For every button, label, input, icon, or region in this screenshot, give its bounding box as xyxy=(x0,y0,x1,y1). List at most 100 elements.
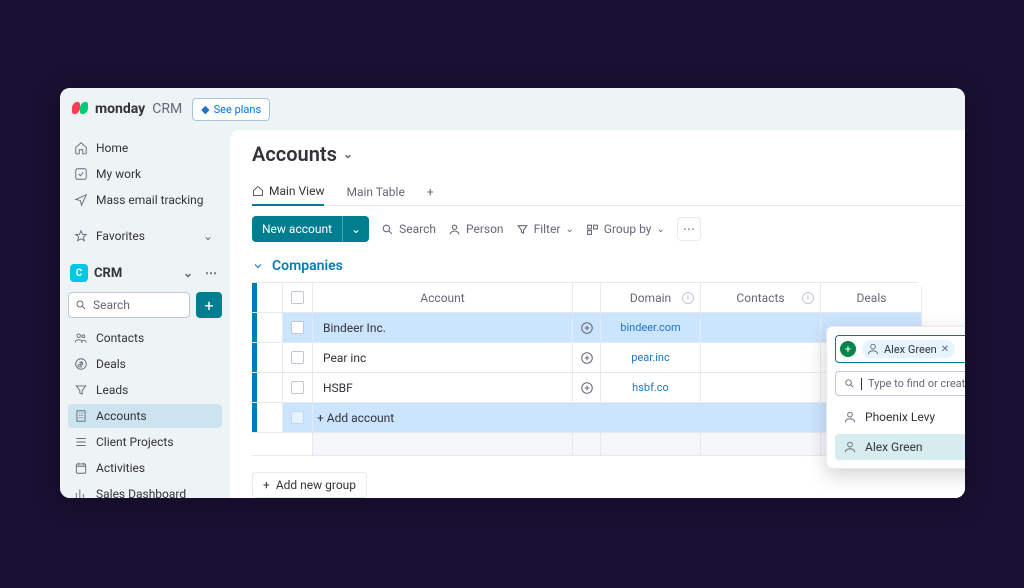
search-icon xyxy=(844,378,855,389)
person-icon xyxy=(866,342,880,356)
cell-account-name[interactable]: Pear inc xyxy=(312,343,572,372)
topbar: monday CRM ◆ See plans xyxy=(60,88,965,130)
contacts-popover: + Alex Green ✕ Type to find or create Co… xyxy=(826,326,965,469)
new-account-label: New account xyxy=(252,216,342,242)
sidebar-search-input[interactable]: Search xyxy=(68,292,190,318)
new-account-button[interactable]: New account ⌄ xyxy=(252,216,369,242)
contact-chip[interactable]: Alex Green ✕ xyxy=(862,340,955,358)
chip-remove-icon[interactable]: ✕ xyxy=(941,344,949,355)
row-checkbox[interactable] xyxy=(282,313,312,342)
sidebar-search-row: Search + xyxy=(68,292,222,318)
column-label: Deals xyxy=(857,291,887,305)
expand-icon xyxy=(580,321,594,335)
group-icon xyxy=(586,223,599,236)
column-deals[interactable]: Deals xyxy=(820,283,922,312)
tab-main-table[interactable]: Main Table xyxy=(346,179,404,205)
cell-domain[interactable]: bindeer.com xyxy=(600,313,700,342)
sidebar-nav-mail[interactable]: Mass email tracking xyxy=(68,188,222,212)
sidebar-item-activities[interactable]: Activities xyxy=(68,456,222,480)
info-icon[interactable]: i xyxy=(802,292,814,304)
workspace-name: CRM xyxy=(94,266,122,281)
sidebar-item-client-projects[interactable]: Client Projects xyxy=(68,430,222,454)
expand-row-button[interactable] xyxy=(572,343,600,372)
person-icon xyxy=(843,410,857,424)
row-checkbox[interactable] xyxy=(282,373,312,402)
contacts-search-input[interactable]: Type to find or create Contacts xyxy=(835,371,965,396)
contact-option-label: Alex Green xyxy=(865,440,923,454)
selected-contacts-field[interactable]: + Alex Green ✕ xyxy=(835,335,965,363)
search-icon xyxy=(75,299,87,311)
chevron-down-icon[interactable]: ⌄ xyxy=(180,266,196,280)
funnel-icon xyxy=(74,383,88,397)
chevron-down-icon[interactable]: ⌄ xyxy=(342,216,369,242)
toolbar-person[interactable]: Person xyxy=(448,222,504,236)
toolbar-more-button[interactable]: ⋯ xyxy=(677,217,701,241)
diamond-icon: ◆ xyxy=(201,103,209,116)
more-dots-icon[interactable]: ⋯ xyxy=(202,266,220,280)
chevron-down-icon xyxy=(252,260,264,272)
add-account-input[interactable]: + Add account xyxy=(317,411,394,425)
cell-contacts[interactable] xyxy=(700,313,820,342)
see-plans-label: See plans xyxy=(214,103,262,116)
cell-text: hsbf.co xyxy=(632,381,669,394)
tab-main-view[interactable]: Main View xyxy=(252,178,324,206)
sidebar-nav-home[interactable]: Home xyxy=(68,136,222,160)
list-icon xyxy=(74,435,88,449)
cell-contacts[interactable] xyxy=(700,343,820,372)
table-footer xyxy=(252,433,921,455)
workspace-header[interactable]: C CRM ⌄ ⋯ xyxy=(68,260,222,286)
chevron-down-icon: ⌄ xyxy=(656,224,664,235)
building-icon xyxy=(74,409,88,423)
cell-domain[interactable]: pear.inc xyxy=(600,343,700,372)
cell-account-name[interactable]: Bindeer Inc. xyxy=(312,313,572,342)
cell-contacts[interactable] xyxy=(700,373,820,402)
people-icon xyxy=(74,331,88,345)
expand-row-button[interactable] xyxy=(572,313,600,342)
header-checkbox[interactable] xyxy=(282,283,312,312)
row-checkbox[interactable] xyxy=(282,343,312,372)
tab-label: Main Table xyxy=(346,185,404,199)
toolbar-group-by[interactable]: Group by ⌄ xyxy=(586,222,665,236)
main-content: Accounts ⌄ Main View Main Table + New ac… xyxy=(230,130,965,498)
cell-text: Bindeer Inc. xyxy=(323,321,386,335)
table-row[interactable]: HSBF hsbf.co xyxy=(252,373,921,403)
sidebar-favorites[interactable]: Favorites ⌄ xyxy=(68,224,222,248)
column-expand xyxy=(572,283,600,312)
home-icon xyxy=(74,141,88,155)
add-group-label: Add new group xyxy=(276,478,356,492)
page-title[interactable]: Accounts ⌄ xyxy=(252,142,965,166)
chevron-down-icon: ⌄ xyxy=(565,224,573,235)
sidebar-item-deals[interactable]: Deals xyxy=(68,352,222,376)
column-domain[interactable]: Domaini xyxy=(600,283,700,312)
toolbar-search[interactable]: Search xyxy=(381,222,436,236)
column-contacts[interactable]: Contactsi xyxy=(700,283,820,312)
sidebar-item-contacts[interactable]: Contacts xyxy=(68,326,222,350)
filter-icon xyxy=(516,223,529,236)
chip-label: Alex Green xyxy=(884,343,937,356)
sidebar-item-sales-dashboard[interactable]: Sales Dashboard xyxy=(68,482,222,498)
plus-icon: + xyxy=(263,478,270,492)
cell-domain[interactable]: hsbf.co xyxy=(600,373,700,402)
column-account[interactable]: Account xyxy=(312,283,572,312)
add-contact-icon[interactable]: + xyxy=(840,341,856,357)
toolbar-label: Group by xyxy=(604,222,652,236)
info-icon[interactable]: i xyxy=(682,292,694,304)
sidebar-item-leads[interactable]: Leads xyxy=(68,378,222,402)
add-item-button[interactable]: + xyxy=(196,292,222,318)
search-icon xyxy=(381,223,394,236)
see-plans-button[interactable]: ◆ See plans xyxy=(192,98,270,121)
sidebar-nav-mywork[interactable]: My work xyxy=(68,162,222,186)
table-row[interactable]: Bindeer Inc. bindeer.com xyxy=(252,313,921,343)
cell-account-name[interactable]: HSBF xyxy=(312,373,572,402)
contact-option[interactable]: Phoenix Levy xyxy=(835,404,965,430)
toolbar-filter[interactable]: Filter ⌄ xyxy=(516,222,574,236)
contact-option[interactable]: Alex Green xyxy=(835,434,965,460)
table-row[interactable]: Pear inc pear.inc xyxy=(252,343,921,373)
add-new-group-button[interactable]: + Add new group xyxy=(252,472,367,498)
expand-row-button[interactable] xyxy=(572,373,600,402)
search-placeholder: Type to find or create Contacts xyxy=(868,377,965,390)
group-companies-toggle[interactable]: Companies xyxy=(252,258,965,274)
sidebar-item-accounts[interactable]: Accounts xyxy=(68,404,222,428)
brand-logo[interactable]: monday CRM xyxy=(72,101,182,117)
add-tab-button[interactable]: + xyxy=(427,179,434,205)
